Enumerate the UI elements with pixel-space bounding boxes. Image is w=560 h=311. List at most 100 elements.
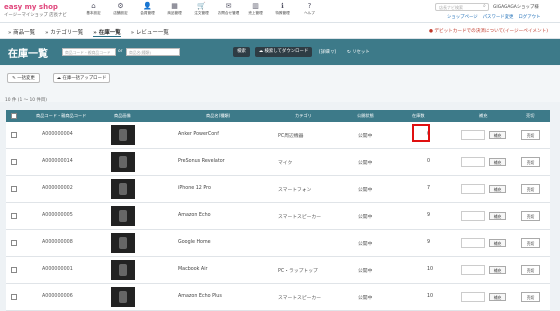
product-name[interactable]: Macbook Air bbox=[178, 267, 208, 272]
tool-area: ✎ 一括変更 ☁ 在庫一括アップロード bbox=[0, 66, 560, 102]
person-icon: 👤 bbox=[143, 2, 152, 10]
replenish-input[interactable] bbox=[461, 238, 485, 248]
replenish-button[interactable]: 補充 bbox=[489, 185, 506, 193]
shop-name: GIGAGAGAショップ様 bbox=[493, 5, 539, 10]
soldout-button[interactable]: 売切 bbox=[521, 265, 540, 275]
logo-text: easy my shop bbox=[4, 3, 58, 11]
col-status[interactable]: 公開状態 bbox=[357, 113, 374, 119]
publish-status: 公開中 bbox=[358, 215, 373, 220]
soldout-button[interactable]: 売切 bbox=[521, 211, 540, 221]
payment-notice-link[interactable]: ● デビットカードでの決済について(イージーペイメント) bbox=[429, 28, 548, 34]
publish-status: 公開中 bbox=[358, 242, 373, 247]
main-nav: ⌂ 基本設定 ⚙ 店舗設定 👤 会員管理 ▦ 商品管理 🛒 注文管理 ✉ お問合せ管理 ▥ 売上管理 ℹ 特殊… bbox=[80, 2, 323, 16]
nav-item-4[interactable]: 🛒 注文管理 bbox=[188, 2, 215, 16]
nav-item-1[interactable]: ⚙ 店舗設定 bbox=[107, 2, 134, 16]
product-category: PC周辺機器 bbox=[278, 134, 304, 139]
product-image bbox=[111, 125, 135, 145]
bulk-upload-button[interactable]: ☁ 在庫一括アップロード bbox=[53, 73, 110, 83]
tab-category-list[interactable]: » カテゴリ一覧 bbox=[45, 28, 83, 37]
replenish-input[interactable] bbox=[461, 130, 485, 140]
product-name[interactable]: Amazon Echo Plus bbox=[178, 294, 222, 299]
col-stock[interactable]: 在庫数 bbox=[412, 113, 425, 119]
publish-status: 公開中 bbox=[358, 134, 373, 139]
password-change-link[interactable]: パスワード変更 bbox=[483, 14, 514, 20]
info-icon: ℹ bbox=[281, 2, 284, 10]
col-category[interactable]: カテゴリ bbox=[295, 113, 312, 119]
nav-item-3[interactable]: ▦ 商品管理 bbox=[161, 2, 188, 16]
nav-item-0[interactable]: ⌂ 基本設定 bbox=[80, 2, 107, 16]
product-code-input[interactable]: 商品コード・親商品コード bbox=[62, 48, 116, 56]
nav-item-7[interactable]: ℹ 特殊管理 bbox=[269, 2, 296, 16]
tab-stock-list[interactable]: » 在庫一覧 bbox=[93, 28, 121, 37]
row-checkbox[interactable] bbox=[11, 267, 17, 273]
bulk-change-button[interactable]: ✎ 一括変更 bbox=[7, 73, 40, 83]
col-soldout: 売切 bbox=[526, 113, 535, 118]
shop-page-link[interactable]: ショップページ bbox=[447, 14, 478, 20]
reset-label: リセット bbox=[352, 50, 370, 55]
tab-review-list[interactable]: » レビュー一覧 bbox=[131, 28, 169, 37]
product-image bbox=[111, 233, 135, 253]
nav-item-label: お問合せ管理 bbox=[217, 11, 240, 15]
top-header: easy my shop イージーマイショップ 店長ナビ ⌂ 基本設定 ⚙ 店舗設定 👤… bbox=[0, 0, 560, 23]
row-checkbox[interactable] bbox=[11, 294, 17, 300]
col-name[interactable]: 商品名(種類) bbox=[206, 113, 230, 119]
header-search-input[interactable]: 店長ナビ検索 bbox=[435, 3, 489, 11]
row-checkbox[interactable] bbox=[11, 132, 17, 138]
logo[interactable]: easy my shop イージーマイショップ 店長ナビ bbox=[4, 3, 67, 18]
nav-item-2[interactable]: 👤 会員管理 bbox=[134, 2, 161, 16]
row-checkbox[interactable] bbox=[11, 240, 17, 246]
table-row: A000000005 Amazon Echo スマートスピーカー 公開中 9 補充 売切 bbox=[6, 203, 550, 230]
replenish-button[interactable]: 補充 bbox=[489, 131, 506, 139]
detail-toggle-link[interactable]: [詳細 ▽] bbox=[319, 49, 336, 55]
replenish-input[interactable] bbox=[461, 211, 485, 221]
nav-item-label: 売上管理 bbox=[248, 11, 263, 15]
product-code: A000000005 bbox=[42, 213, 73, 218]
mail-icon: ✉ bbox=[225, 2, 232, 10]
soldout-button[interactable]: 売切 bbox=[521, 130, 540, 140]
product-name[interactable]: Amazon Echo bbox=[178, 213, 211, 218]
product-name[interactable]: Google Home bbox=[178, 240, 211, 245]
nav-item-5[interactable]: ✉ お問合せ管理 bbox=[215, 2, 242, 16]
product-name[interactable]: iPhone 12 Pro bbox=[178, 186, 211, 191]
home-icon: ⌂ bbox=[91, 2, 96, 10]
table-row: A000000014 PreSonus Revelator マイク 公開中 0 補充 売切 bbox=[6, 149, 550, 176]
product-image bbox=[111, 179, 135, 199]
replenish-input[interactable] bbox=[461, 265, 485, 275]
soldout-button[interactable]: 売切 bbox=[521, 184, 540, 194]
product-name-input[interactable]: 商品名(種類) bbox=[126, 48, 180, 56]
search-button[interactable]: 検索 bbox=[233, 47, 250, 57]
product-name[interactable]: PreSonus Revelator bbox=[178, 159, 225, 164]
nav-item-8[interactable]: ? ヘルプ bbox=[296, 2, 323, 16]
col-code[interactable]: 商品コード・親商品コード bbox=[36, 113, 86, 119]
nav-item-label: 商品管理 bbox=[167, 11, 182, 15]
replenish-input[interactable] bbox=[461, 184, 485, 194]
row-checkbox[interactable] bbox=[11, 186, 17, 192]
replenish-button[interactable]: 補充 bbox=[489, 212, 506, 220]
nav-item-6[interactable]: ▥ 売上管理 bbox=[242, 2, 269, 16]
soldout-button[interactable]: 売切 bbox=[521, 238, 540, 248]
table-row: A000000004 Anker PowerConf PC周辺機器 公開中 0 補充 売切 bbox=[6, 122, 550, 149]
table-body: A000000004 Anker PowerConf PC周辺機器 公開中 0 補充 売切 A… bbox=[6, 122, 550, 311]
soldout-button[interactable]: 売切 bbox=[521, 157, 540, 167]
header-links: ショップページ パスワード変更 ログアウト bbox=[447, 14, 540, 20]
sub-nav: » 商品一覧 » カテゴリ一覧 » 在庫一覧 » レビュー一覧 ● デビットカー… bbox=[0, 23, 560, 39]
product-name[interactable]: Anker PowerConf bbox=[178, 132, 219, 137]
row-checkbox[interactable] bbox=[11, 159, 17, 165]
replenish-button[interactable]: 補充 bbox=[489, 266, 506, 274]
replenish-button[interactable]: 補充 bbox=[489, 158, 506, 166]
row-checkbox[interactable] bbox=[11, 213, 17, 219]
replenish-input[interactable] bbox=[461, 157, 485, 167]
tab-product-list[interactable]: » 商品一覧 bbox=[8, 28, 35, 37]
logout-link[interactable]: ログアウト bbox=[518, 14, 540, 20]
stock-count: 7 bbox=[427, 186, 431, 191]
replenish-button[interactable]: 補充 bbox=[489, 239, 506, 247]
select-all-checkbox[interactable] bbox=[11, 113, 17, 119]
product-code: A000000002 bbox=[42, 186, 73, 191]
reset-link[interactable]: ↻ リセット bbox=[347, 49, 370, 55]
title-bar: 在庫一覧 商品コード・親商品コード or 商品名(種類) 検索 ☁ 検索してダウ… bbox=[0, 39, 560, 65]
product-code: A000000014 bbox=[42, 159, 73, 164]
search-icon[interactable]: ⌕ bbox=[483, 3, 486, 9]
replenish-button[interactable]: 補充 bbox=[489, 293, 506, 301]
sub-tabs: » 商品一覧 » カテゴリ一覧 » 在庫一覧 » レビュー一覧 bbox=[8, 28, 169, 37]
search-download-button[interactable]: ☁ 検索してダウンロード bbox=[255, 47, 312, 57]
